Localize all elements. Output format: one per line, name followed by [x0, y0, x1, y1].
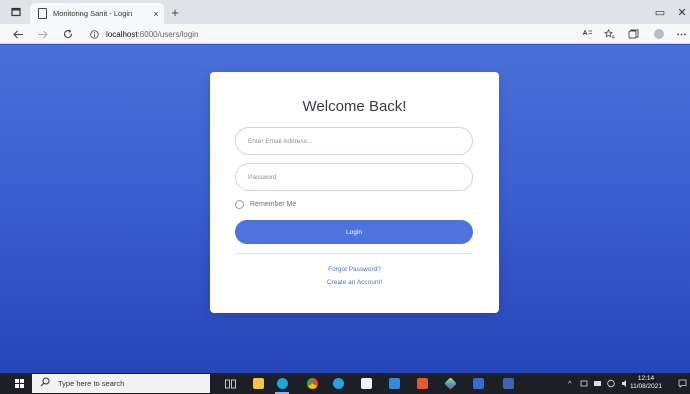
clock-time: 12:14 — [637, 375, 655, 382]
new-tab-button[interactable]: + — [166, 3, 184, 21]
tab-actions-icon[interactable] — [2, 0, 30, 24]
search-placeholder: Type here to search — [58, 379, 125, 388]
edge-icon[interactable] — [272, 373, 292, 394]
telegram-icon[interactable] — [328, 373, 348, 394]
remember-me[interactable]: Remember Me — [235, 200, 296, 209]
address-bar: localhost:6000/users/login — [0, 24, 690, 44]
taskbar-search[interactable]: Type here to search — [32, 374, 210, 393]
back-icon[interactable] — [8, 24, 28, 44]
git-icon[interactable] — [440, 373, 460, 394]
office-icon[interactable] — [412, 373, 432, 394]
login-button[interactable]: Login — [235, 220, 473, 244]
page-icon — [38, 8, 47, 19]
password-field[interactable]: Password — [235, 163, 473, 191]
windows-terminal-icon[interactable] — [468, 373, 488, 394]
page-background: Welcome Back! Enter Email Address... Pas… — [0, 45, 690, 373]
email-field[interactable]: Enter Email Address... — [235, 127, 473, 155]
show-hidden-icons-icon[interactable]: ^ — [568, 373, 572, 394]
divider — [235, 253, 473, 254]
info-icon[interactable] — [90, 24, 99, 44]
refresh-icon[interactable] — [58, 24, 78, 44]
windows-logo-icon — [14, 379, 24, 388]
url-host: localhost — [106, 29, 138, 39]
profile-icon[interactable] — [650, 24, 668, 44]
browser-tab-bar: Monitoring Sanit - Login × + ▭ ✕ — [0, 0, 690, 24]
file-explorer-icon[interactable] — [248, 373, 268, 394]
close-window-icon[interactable]: ✕ — [668, 0, 690, 24]
url-path: :6000/users/login — [137, 29, 199, 39]
taskbar: Type here to search ^ 12:14 11/08/2021 — [0, 373, 690, 394]
word-icon[interactable] — [498, 373, 518, 394]
page-title: Welcome Back! — [302, 98, 407, 115]
login-card: Welcome Back! Enter Email Address... Pas… — [210, 72, 499, 313]
read-aloud-icon[interactable] — [578, 24, 596, 44]
taskbar-clock[interactable]: 12:14 11/08/2021 — [626, 375, 666, 391]
favorites-icon[interactable] — [600, 24, 618, 44]
forgot-password-link[interactable]: Forgot Password? — [210, 266, 499, 273]
tab-close-icon[interactable]: × — [148, 9, 164, 19]
clock-date: 11/08/2021 — [629, 383, 663, 390]
url-field[interactable]: localhost:6000/users/login — [106, 24, 199, 44]
forward-icon[interactable] — [32, 24, 52, 44]
chrome-icon[interactable] — [302, 373, 322, 394]
create-account-link[interactable]: Create an Account! — [210, 279, 499, 286]
more-icon[interactable] — [672, 24, 690, 44]
remember-checkbox[interactable] — [235, 200, 244, 209]
store-icon[interactable] — [356, 373, 376, 394]
notification-icon[interactable] — [674, 373, 690, 394]
vscode-icon[interactable] — [384, 373, 404, 394]
tab-title: Monitoring Sanit - Login — [53, 9, 133, 18]
search-icon — [40, 377, 50, 390]
browser-tab[interactable]: Monitoring Sanit - Login × — [30, 3, 164, 24]
start-button[interactable] — [8, 373, 30, 394]
collections-icon[interactable] — [624, 24, 642, 44]
remember-label: Remember Me — [250, 201, 297, 208]
task-view-icon[interactable] — [220, 373, 240, 394]
